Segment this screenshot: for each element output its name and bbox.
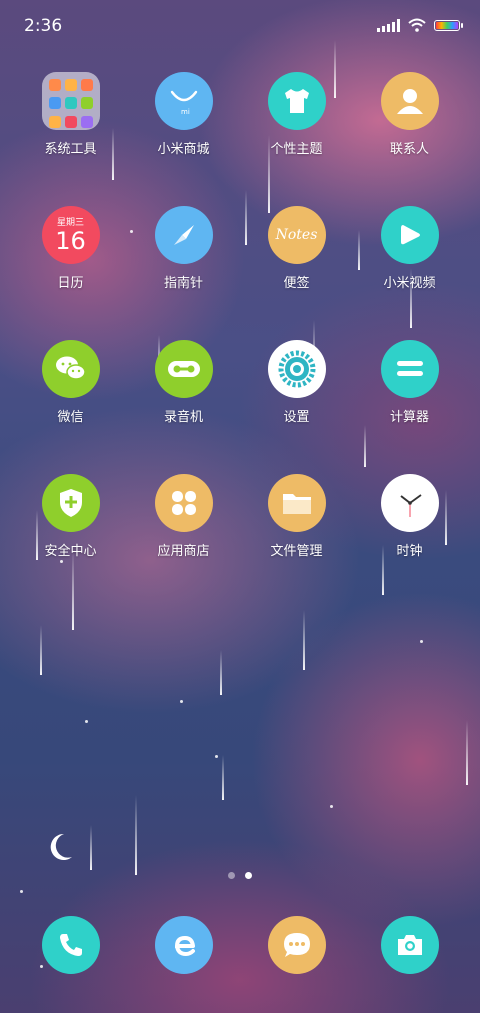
dock-camera[interactable] (353, 916, 466, 974)
status-time: 2:36 (24, 16, 63, 36)
phone-icon (41, 916, 100, 974)
battery-icon (434, 19, 463, 31)
app-file-manager[interactable]: 文件管理 (240, 474, 353, 559)
gear-icon (267, 340, 326, 398)
shield-icon (41, 474, 100, 532)
folder-file-icon (267, 474, 326, 532)
folder-icon (41, 72, 100, 130)
app-label: 应用商店 (157, 544, 210, 559)
app-mi-store[interactable]: mi 小米商城 (127, 72, 240, 157)
app-notes[interactable]: Notes 便签 (240, 206, 353, 291)
clock-icon (380, 474, 439, 532)
person-icon (380, 72, 439, 130)
notes-icon-text: Notes (275, 227, 318, 243)
recorder-icon (154, 340, 213, 398)
page-dot[interactable] (228, 872, 235, 879)
app-label: 计算器 (389, 410, 429, 425)
tshirt-icon (267, 72, 326, 130)
app-app-store[interactable]: 应用商店 (127, 474, 240, 559)
calendar-day: 16 (55, 227, 86, 255)
page-dot-active[interactable] (245, 872, 252, 879)
app-calendar[interactable]: 星期三 16 日历 (14, 206, 127, 291)
compass-icon (154, 206, 213, 264)
play-icon (380, 206, 439, 264)
app-label: 日历 (57, 276, 84, 291)
app-themes[interactable]: 个性主题 (240, 72, 353, 157)
browser-icon (154, 916, 213, 974)
dock-messages[interactable] (240, 916, 353, 974)
moon-icon (50, 833, 72, 860)
app-label: 系统工具 (44, 142, 97, 157)
app-clock[interactable]: 时钟 (353, 474, 466, 559)
camera-icon (380, 916, 439, 974)
app-label: 设置 (283, 410, 310, 425)
signal-icon (377, 18, 400, 32)
status-bar: 2:36 (0, 0, 480, 52)
wifi-icon (408, 18, 426, 32)
dock-phone[interactable] (14, 916, 127, 974)
messages-icon (267, 916, 326, 974)
app-calculator[interactable]: 计算器 (353, 340, 466, 425)
dock-browser[interactable] (127, 916, 240, 974)
app-compass[interactable]: 指南针 (127, 206, 240, 291)
calendar-icon: 星期三 16 (41, 206, 100, 264)
shopping-bag-icon: mi (154, 72, 213, 130)
app-settings[interactable]: 设置 (240, 340, 353, 425)
app-label: 小米商城 (157, 142, 210, 157)
app-label: 个性主题 (270, 142, 323, 157)
app-system-tools[interactable]: 系统工具 (14, 72, 127, 157)
calculator-icon (380, 340, 439, 398)
page-indicator (0, 872, 480, 879)
app-contacts[interactable]: 联系人 (353, 72, 466, 157)
app-label: 指南针 (163, 276, 203, 291)
app-label: 联系人 (389, 142, 429, 157)
app-label: 安全中心 (44, 544, 97, 559)
notes-icon: Notes (267, 206, 326, 264)
app-label: 便签 (283, 276, 310, 291)
app-label: 文件管理 (270, 544, 323, 559)
app-recorder[interactable]: 录音机 (127, 340, 240, 425)
svg-text:mi: mi (181, 108, 190, 116)
app-security[interactable]: 安全中心 (14, 474, 127, 559)
app-label: 小米视频 (383, 276, 436, 291)
apps-icon (154, 474, 213, 532)
app-wechat[interactable]: 微信 (14, 340, 127, 425)
app-mi-video[interactable]: 小米视频 (353, 206, 466, 291)
app-label: 时钟 (396, 544, 423, 559)
app-label: 录音机 (163, 410, 203, 425)
wechat-icon (41, 340, 100, 398)
app-label: 微信 (57, 410, 84, 425)
